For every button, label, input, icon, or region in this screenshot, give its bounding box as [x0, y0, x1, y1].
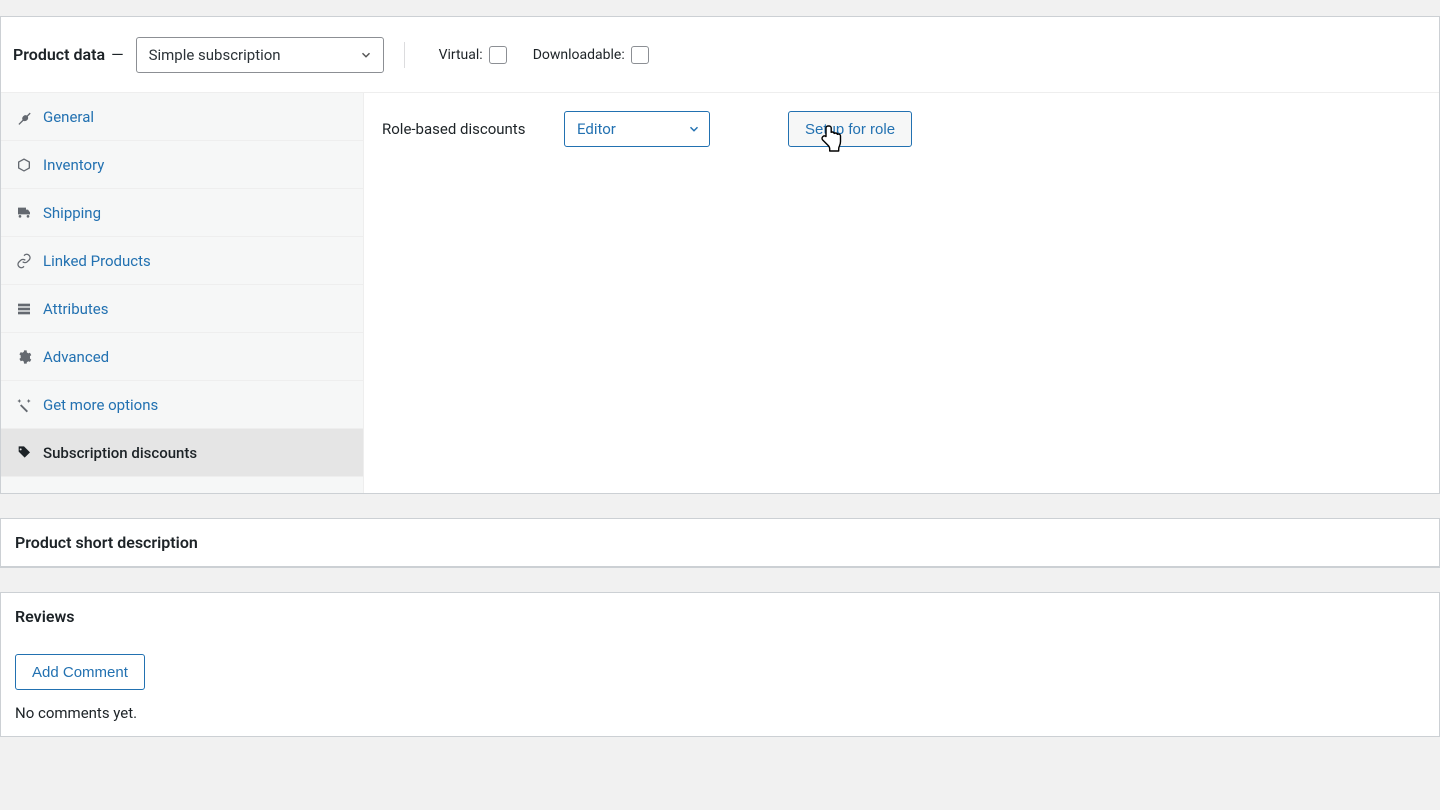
role-discounts-label: Role-based discounts — [382, 120, 530, 138]
chevron-down-icon — [685, 120, 703, 138]
header-separator — [404, 42, 405, 68]
tab-shipping[interactable]: Shipping — [1, 189, 363, 237]
role-select[interactable]: Editor — [564, 111, 710, 147]
tab-getmore-label: Get more options — [43, 396, 158, 414]
product-data-panel: Product data — Simple subscription Virtu… — [0, 16, 1440, 494]
no-comments-text: No comments yet. — [15, 704, 1425, 722]
tab-linked-label: Linked Products — [43, 252, 151, 270]
reviews-title: Reviews — [1, 593, 1439, 640]
add-comment-label: Add Comment — [32, 664, 128, 681]
short-description-title: Product short description — [1, 519, 1439, 567]
tab-inventory-label: Inventory — [43, 156, 104, 174]
chevron-down-icon — [357, 46, 375, 64]
short-description-panel: Product short description — [0, 518, 1440, 568]
product-type-select[interactable]: Simple subscription — [136, 37, 384, 73]
setup-for-role-button[interactable]: Setup for role — [788, 111, 912, 147]
downloadable-checkbox[interactable] — [631, 46, 649, 64]
tag-icon — [15, 444, 33, 462]
link-icon — [15, 252, 33, 270]
tab-shipping-label: Shipping — [43, 204, 101, 222]
setup-for-role-label: Setup for role — [805, 121, 895, 138]
virtual-option: Virtual: — [439, 46, 507, 64]
tab-inventory[interactable]: Inventory — [1, 141, 363, 189]
tab-get-more-options[interactable]: Get more options — [1, 381, 363, 429]
product-data-title-text: Product data — [13, 45, 105, 64]
tab-general-label: General — [43, 108, 94, 126]
reviews-panel: Reviews Add Comment No comments yet. — [0, 592, 1440, 737]
tab-subdisc-label: Subscription discounts — [43, 444, 197, 462]
gear-icon — [15, 348, 33, 366]
inventory-icon — [15, 156, 33, 174]
product-type-value: Simple subscription — [149, 46, 281, 64]
tab-general[interactable]: General — [1, 93, 363, 141]
virtual-label: Virtual: — [439, 47, 483, 63]
virtual-checkbox[interactable] — [489, 46, 507, 64]
add-comment-button[interactable]: Add Comment — [15, 654, 145, 690]
role-discounts-row: Role-based discounts Editor — [382, 111, 1421, 147]
truck-icon — [15, 204, 33, 222]
title-dash: — — [111, 45, 124, 64]
tab-attributes-label: Attributes — [43, 300, 109, 318]
tab-advanced[interactable]: Advanced — [1, 333, 363, 381]
product-data-content: Role-based discounts Editor — [364, 93, 1439, 493]
product-data-tabs: General Inventory Shipping — [1, 93, 364, 493]
product-data-header: Product data — Simple subscription Virtu… — [1, 17, 1439, 93]
tab-advanced-label: Advanced — [43, 348, 109, 366]
magic-icon — [15, 396, 33, 414]
tab-linked-products[interactable]: Linked Products — [1, 237, 363, 285]
wrench-icon — [15, 108, 33, 126]
attributes-icon — [15, 300, 33, 318]
tab-attributes[interactable]: Attributes — [1, 285, 363, 333]
product-data-title: Product data — — [13, 45, 124, 64]
role-select-value: Editor — [577, 120, 616, 138]
downloadable-option: Downloadable: — [533, 46, 649, 64]
downloadable-label: Downloadable: — [533, 47, 625, 63]
tab-subscription-discounts[interactable]: Subscription discounts — [1, 429, 363, 477]
